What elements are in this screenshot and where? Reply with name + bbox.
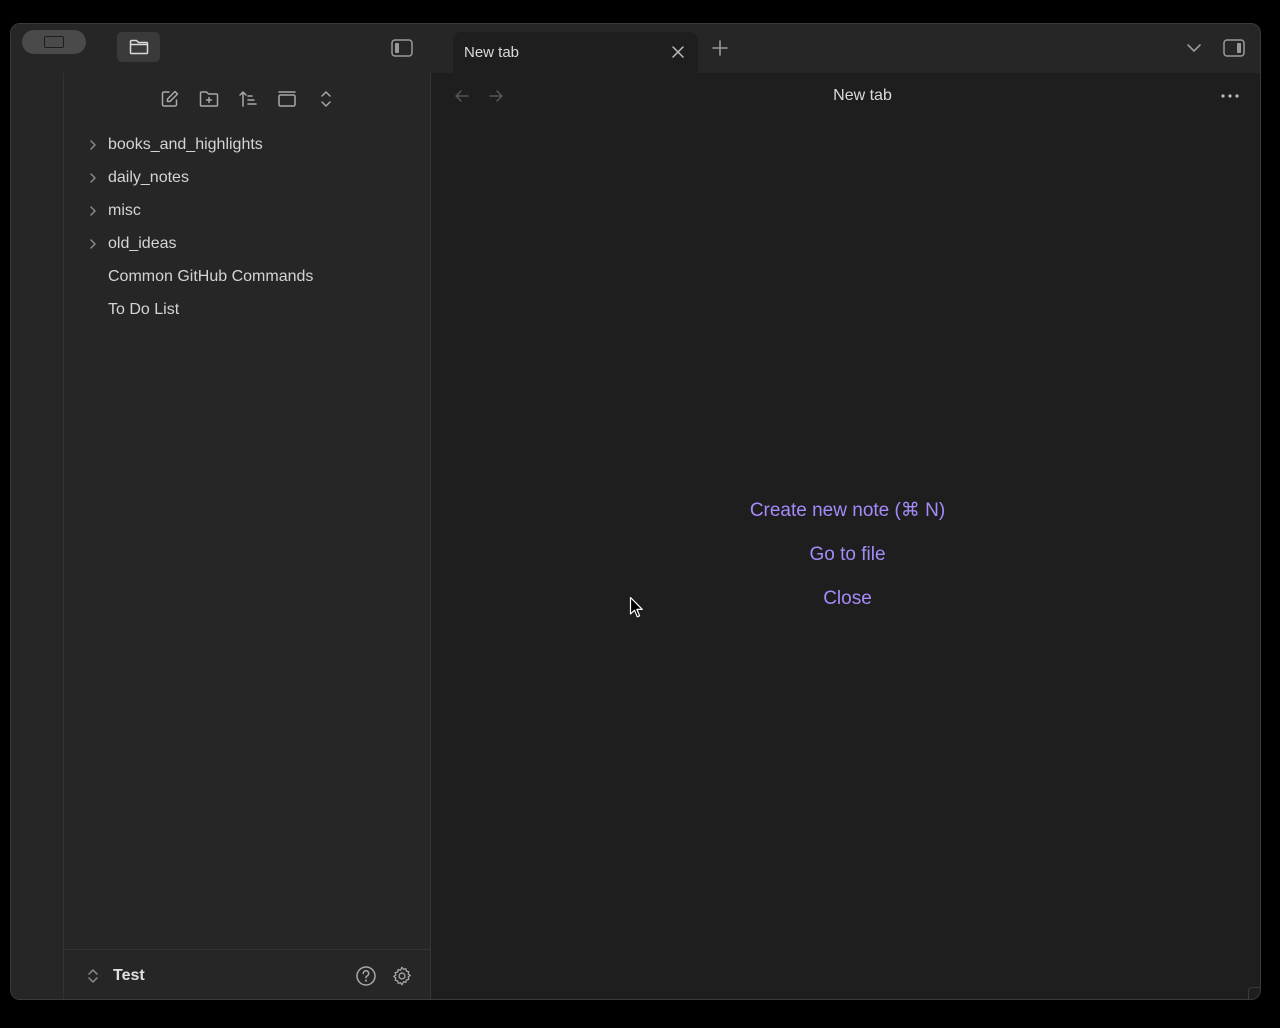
ribbon-toggle-button[interactable] [22,30,86,54]
tree-file-to-do-list[interactable]: To Do List [64,293,430,326]
plus-icon[interactable] [711,39,729,57]
tree-file-common-github-commands[interactable]: Common GitHub Commands [64,260,430,293]
folder-plus-icon [199,91,219,107]
help-icon[interactable] [355,965,377,987]
empty-state-actions: Create new note (⌘ N) Go to file Close [431,491,1260,623]
reveal-file-icon [278,91,296,107]
right-sidebar-toggle-icon[interactable] [1223,39,1245,57]
mouse-pointer-icon [629,596,643,618]
chevron-right-icon [90,239,96,249]
file-explorer-button[interactable] [117,32,160,62]
view-header: New tab [431,73,1260,119]
collapse-all-button[interactable] [314,87,338,111]
tree-folder-daily-notes[interactable]: daily_notes [64,161,430,194]
tab-title: New tab [464,44,520,61]
title-bar: New tab [11,24,1260,73]
chevron-right-icon [90,173,96,183]
editor-pane: New tab Create new note (⌘ N) Go to file… [431,73,1260,999]
chevron-right-icon [90,140,96,150]
tree-item-label: misc [108,202,141,219]
vault-footer: Test [64,949,430,999]
tree-item-label: To Do List [108,301,180,318]
new-folder-button[interactable] [197,87,221,111]
app-window: New tab books_and_highlights daily_notes… [10,23,1261,1000]
new-note-button[interactable] [158,87,182,111]
file-explorer-sidebar: books_and_highlights daily_notes misc ol… [64,73,431,999]
close-tab-link[interactable]: Close [433,579,1260,623]
more-options-icon[interactable] [1219,86,1241,106]
file-tree: books_and_highlights daily_notes misc ol… [64,128,430,326]
edit-icon [161,90,179,107]
chevrons-up-down-icon [321,91,331,107]
ribbon [11,73,64,999]
left-sidebar-toggle-icon[interactable] [391,39,413,57]
tree-item-label: books_and_highlights [108,136,263,153]
close-icon[interactable] [670,44,686,60]
gear-icon[interactable] [391,965,413,987]
file-explorer-toolbar [64,87,430,111]
tree-item-label: Common GitHub Commands [108,268,314,285]
view-title: New tab [833,87,892,104]
vault-switcher-icon[interactable] [86,967,100,985]
sort-icon [239,91,257,107]
folder-icon [129,39,148,55]
resize-handle[interactable] [1248,987,1260,999]
tree-folder-books-and-highlights[interactable]: books_and_highlights [64,128,430,161]
chevron-right-icon [90,206,96,216]
tree-item-label: old_ideas [108,235,177,252]
auto-reveal-button[interactable] [275,87,299,111]
tab-new-tab[interactable]: New tab [453,32,698,73]
create-new-note-link[interactable]: Create new note (⌘ N) [433,491,1260,535]
tree-item-label: daily_notes [108,169,189,186]
vault-name[interactable]: Test [113,967,145,985]
sidebar-toggle-icon [44,36,64,48]
tree-folder-misc[interactable]: misc [64,194,430,227]
tree-folder-old-ideas[interactable]: old_ideas [64,227,430,260]
sort-button[interactable] [236,87,260,111]
go-to-file-link[interactable]: Go to file [433,535,1260,579]
chevron-down-icon[interactable] [1185,41,1203,55]
